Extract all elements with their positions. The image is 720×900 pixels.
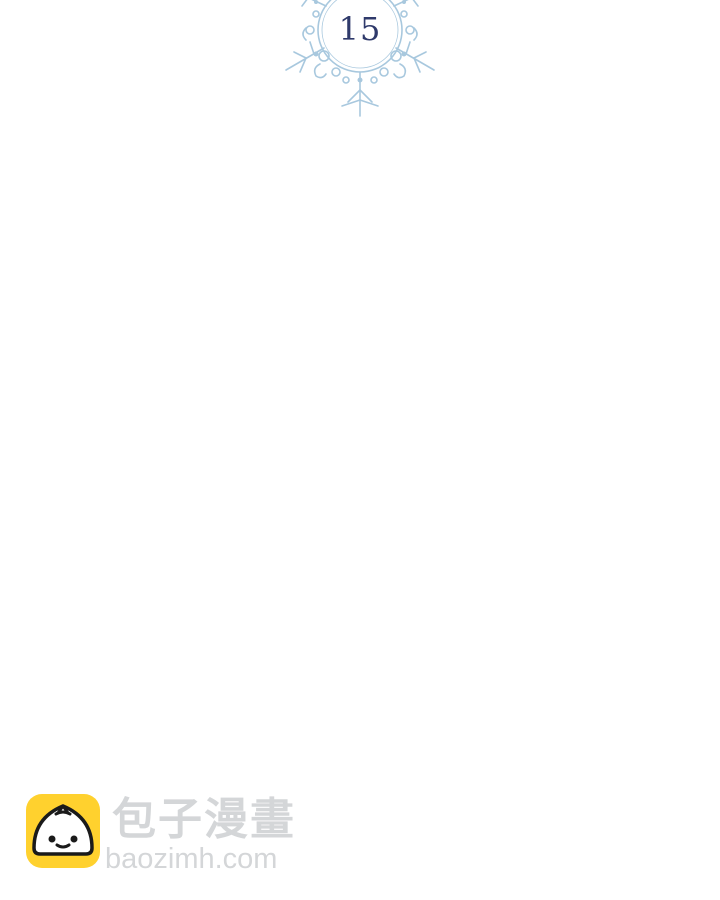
watermark-url: baozimh.com — [105, 843, 278, 875]
watermark: 包子漫畫 baozimh.com — [26, 794, 326, 874]
watermark-title: 包子漫畫 — [112, 794, 296, 845]
chapter-number: 15 — [338, 10, 382, 48]
steamed-bun-logo-icon — [26, 794, 100, 868]
chapter-emblem: 15 — [280, 0, 440, 120]
page: 15 包子漫畫 baozimh.com — [0, 0, 720, 900]
